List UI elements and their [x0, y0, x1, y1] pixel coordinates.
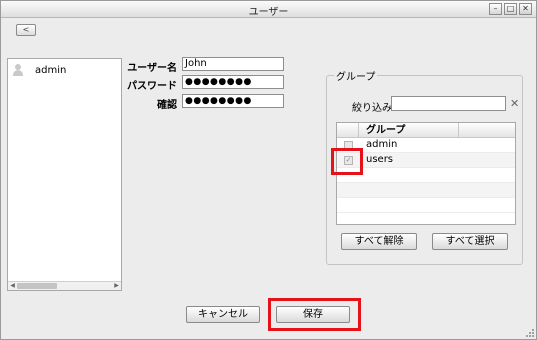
group-name: users: [366, 154, 394, 165]
confirm-label: 確認: [157, 100, 177, 111]
scroll-left-icon[interactable]: ◀: [8, 282, 17, 290]
title-bar: ユーザー – □ ✕: [1, 1, 536, 18]
table-row-empty: [337, 168, 515, 183]
group-table-header: グループ: [337, 123, 515, 138]
minimize-button[interactable]: –: [489, 3, 502, 15]
password-label: パスワード: [127, 81, 177, 92]
username-label: ユーザー名: [127, 63, 177, 74]
clear-filter-icon[interactable]: ✕: [510, 98, 519, 109]
table-row[interactable]: ✓ users: [337, 153, 515, 168]
close-button[interactable]: ✕: [519, 3, 532, 15]
scroll-right-icon[interactable]: ▶: [112, 282, 121, 290]
checkbox-highlight-box: [331, 148, 363, 175]
window-controls: – □ ✕: [489, 3, 532, 15]
cancel-button[interactable]: キャンセル: [186, 306, 260, 323]
select-all-button[interactable]: すべて選択: [432, 233, 508, 250]
clear-all-button[interactable]: すべて解除: [341, 233, 417, 250]
username-field[interactable]: John: [182, 57, 284, 71]
window-title: ユーザー: [248, 7, 289, 18]
scrollbar-thumb[interactable]: [17, 283, 57, 289]
maximize-button[interactable]: □: [504, 3, 517, 15]
user-list[interactable]: admin ◀ ▶: [7, 58, 122, 291]
resize-grip-icon[interactable]: [526, 329, 535, 338]
group-name: admin: [366, 139, 398, 150]
filter-input[interactable]: [391, 96, 506, 111]
back-button[interactable]: <: [16, 24, 36, 36]
table-row[interactable]: admin: [337, 138, 515, 153]
group-table: グループ admin ✓ users: [336, 122, 516, 225]
user-icon: [11, 63, 25, 77]
table-row-empty: [337, 198, 515, 213]
user-list-item[interactable]: admin: [9, 62, 66, 78]
filter-label: 絞り込み: [352, 103, 392, 114]
group-column-header[interactable]: グループ: [360, 123, 459, 138]
confirm-password-field[interactable]: ●●●●●●●●: [182, 94, 284, 108]
password-field[interactable]: ●●●●●●●●: [182, 75, 284, 89]
table-row-empty: [337, 183, 515, 198]
checkbox-column-header[interactable]: [337, 123, 359, 138]
group-box-legend: グループ: [334, 68, 378, 83]
save-highlight-box: [268, 298, 361, 331]
user-name: admin: [35, 64, 67, 76]
horizontal-scrollbar[interactable]: ◀ ▶: [8, 281, 121, 290]
